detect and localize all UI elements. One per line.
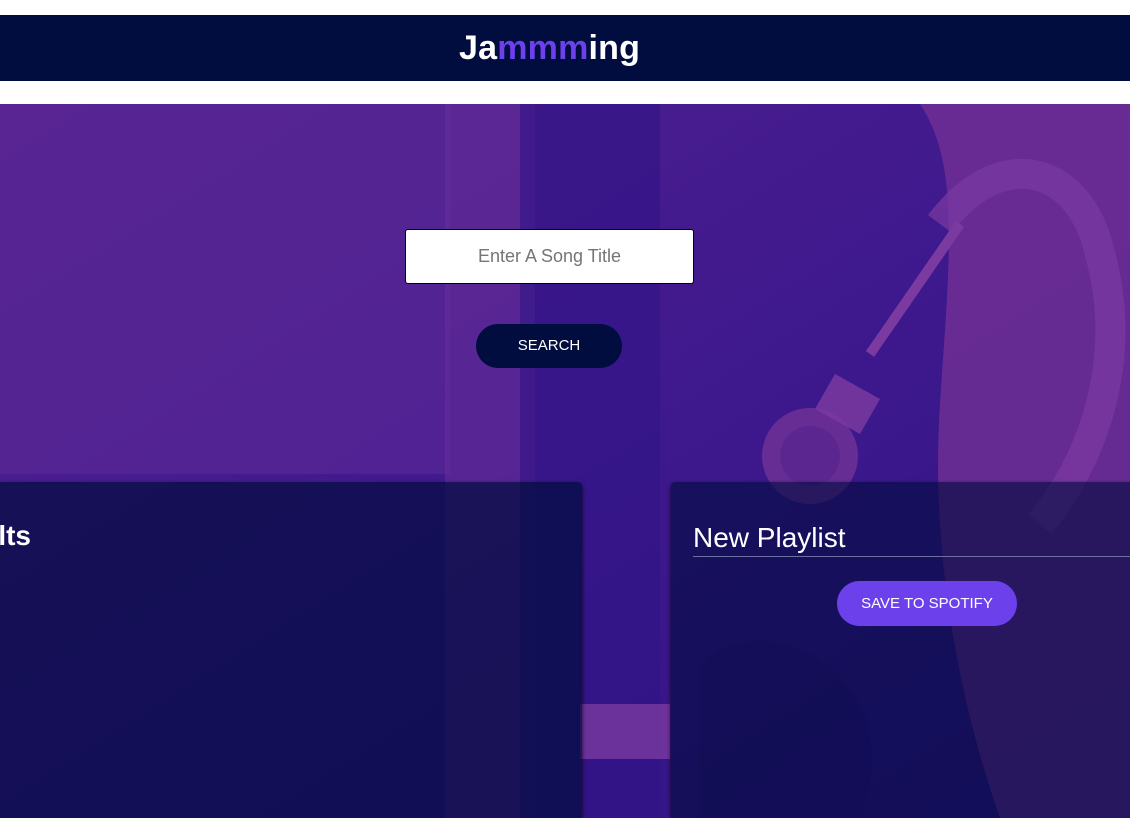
logo-suffix: ing xyxy=(588,29,641,67)
playlist-name-input[interactable] xyxy=(693,519,1130,557)
app-header: Jammming xyxy=(0,15,1130,81)
app-logo: Jammming xyxy=(459,15,640,81)
playlist-panel: SAVE TO SPOTIFY xyxy=(671,482,1130,818)
logo-accent: mmm xyxy=(497,29,589,67)
logo-prefix: Ja xyxy=(459,29,498,67)
search-button[interactable]: SEARCH xyxy=(476,324,622,368)
results-title-text: Results xyxy=(0,520,31,551)
search-input[interactable] xyxy=(405,229,694,284)
save-to-spotify-button[interactable]: SAVE TO SPOTIFY xyxy=(837,581,1017,626)
results-title: Results xyxy=(0,520,31,552)
search-results-panel: Results xyxy=(0,482,582,818)
